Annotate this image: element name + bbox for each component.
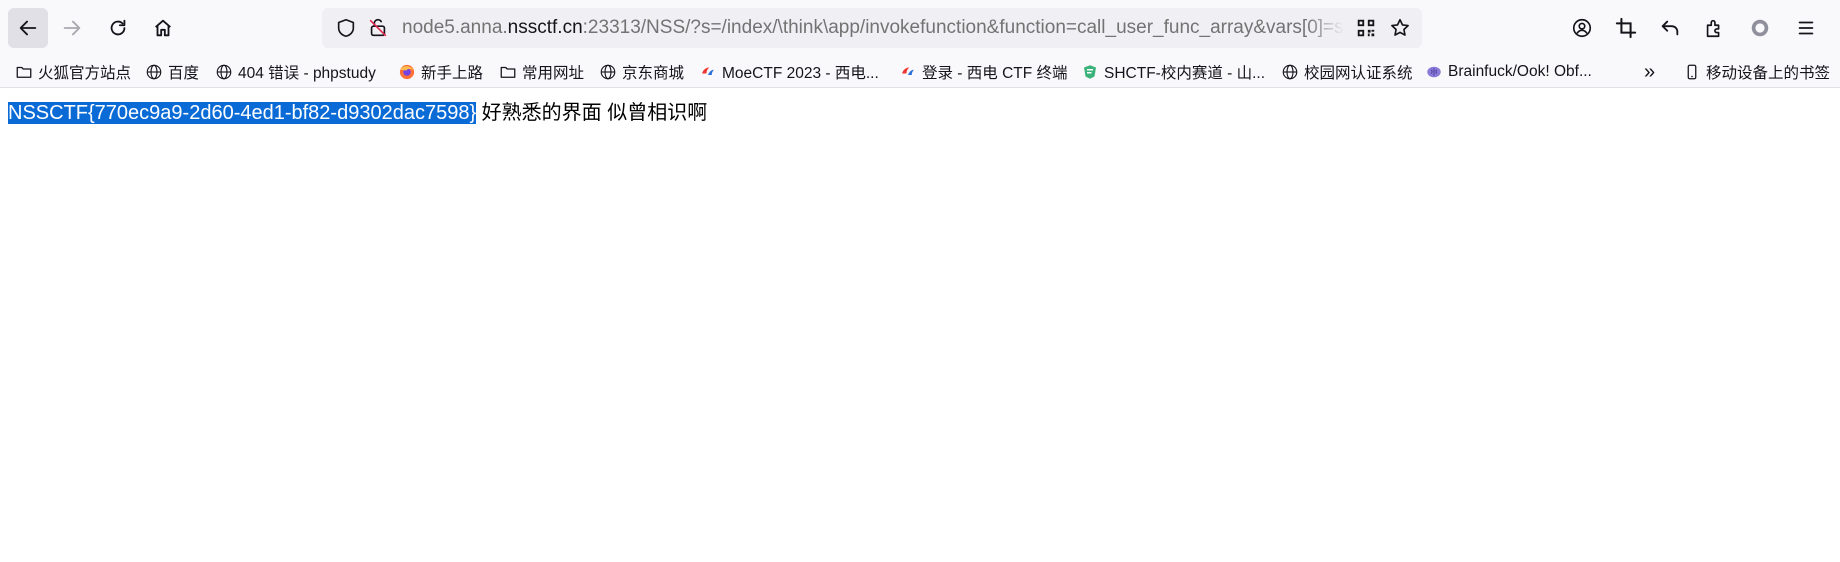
mobile-device-icon <box>1682 62 1702 82</box>
bookmark-label: 登录 - 西电 CTF 终端 <box>922 65 1068 82</box>
bookmark-label: SHCTF-校内赛道 - 山... <box>1104 65 1266 82</box>
bookmark-label: Brainfuck/Ook! Obf... <box>1448 63 1592 80</box>
globe-icon <box>1280 62 1300 82</box>
bookmark-label: 百度 <box>168 65 200 82</box>
bookmark-label: 校园网认证系统 <box>1304 65 1413 82</box>
bookmark-item[interactable]: 新手上路 <box>397 60 483 84</box>
moectf-icon <box>698 62 718 82</box>
back-button[interactable] <box>8 8 48 48</box>
url-domain: nssctf.cn <box>507 17 583 38</box>
url-text[interactable]: node5.anna.nssctf.cn:23313/NSS/?s=/index… <box>402 8 1344 48</box>
extension-button[interactable] <box>1744 12 1776 44</box>
navigation-toolbar: node5.anna.nssctf.cn:23313/NSS/?s=/index… <box>0 0 1840 56</box>
extensions-icon <box>1706 19 1720 38</box>
bookmark-item[interactable]: 校园网认证系统 <box>1280 60 1413 84</box>
url-path: :23313/NSS/?s=/index/\think\app/invokefu… <box>582 17 1344 38</box>
mobile-bookmarks-folder[interactable]: 移动设备上的书签 <box>1682 60 1830 84</box>
bookmark-item[interactable]: 火狐官方站点 <box>14 60 131 84</box>
home-button[interactable] <box>143 8 183 48</box>
account-icon <box>1572 18 1592 38</box>
bookmark-item[interactable]: 常用网址 <box>498 60 584 84</box>
reload-icon <box>110 19 126 36</box>
bookmark-item[interactable]: 登录 - 西电 CTF 终端 <box>898 60 1068 84</box>
bookmark-label: 京东商城 <box>622 65 685 82</box>
menu-button[interactable] <box>1790 12 1822 44</box>
page-message: 好熟悉的界面 似曾相识啊 <box>476 102 708 124</box>
shctf-icon <box>1080 62 1100 82</box>
bookmark-star-icon[interactable] <box>1388 16 1412 40</box>
bookmark-label: 移动设备上的书签 <box>1706 65 1831 82</box>
double-chevron-icon: » <box>1644 60 1656 83</box>
bookmark-label: MoeCTF 2023 - 西电... <box>722 65 879 82</box>
bookmark-item[interactable]: 百度 <box>144 60 199 84</box>
reload-button[interactable] <box>98 8 138 48</box>
insecure-lock-icon[interactable] <box>366 16 390 40</box>
bookmarks-overflow-button[interactable]: » <box>1644 60 1655 84</box>
brain-icon <box>1424 62 1444 82</box>
undo-button[interactable] <box>1654 12 1686 44</box>
tracking-protection-shield-icon[interactable] <box>334 16 358 40</box>
folder-icon <box>14 62 34 82</box>
bookmark-item[interactable]: MoeCTF 2023 - 西电... <box>698 60 879 84</box>
forward-arrow-icon <box>63 20 81 36</box>
record-icon <box>1751 19 1769 37</box>
undo-arrow-icon <box>1661 20 1679 36</box>
selected-flag-text[interactable]: NSSCTF{770ec9a9-2d60-4ed1-bf82-d9302dac7… <box>8 102 477 124</box>
url-prefix: node5.anna. <box>402 17 508 38</box>
bookmarks-toolbar: 火狐官方站点 百度 404 错误 - phpstudy 新手上路 常用网址 京东… <box>0 56 1840 88</box>
bookmark-item[interactable]: 404 错误 - phpstudy <box>214 60 376 84</box>
extensions-button[interactable] <box>1698 12 1730 44</box>
bookmark-label: 火狐官方站点 <box>38 65 132 82</box>
bookmark-item[interactable]: SHCTF-校内赛道 - 山... <box>1080 60 1265 84</box>
hamburger-menu-icon <box>1798 21 1814 35</box>
address-bar[interactable]: node5.anna.nssctf.cn:23313/NSS/?s=/index… <box>322 8 1422 48</box>
bookmark-label: 常用网址 <box>522 65 585 82</box>
forward-button[interactable] <box>52 8 92 48</box>
browser-window: node5.anna.nssctf.cn:23313/NSS/?s=/index… <box>0 0 1840 562</box>
page-body-text: NSSCTF{770ec9a9-2d60-4ed1-bf82-d9302dac7… <box>8 101 707 125</box>
page-content: NSSCTF{770ec9a9-2d60-4ed1-bf82-d9302dac7… <box>0 89 1840 562</box>
bookmark-label: 新手上路 <box>421 65 484 82</box>
back-arrow-icon <box>19 20 37 36</box>
globe-icon <box>598 62 618 82</box>
globe-icon <box>214 62 234 82</box>
screenshot-button[interactable] <box>1610 12 1642 44</box>
bookmark-item[interactable]: 京东商城 <box>598 60 684 84</box>
folder-icon <box>498 62 518 82</box>
home-icon <box>155 19 171 37</box>
bookmark-item[interactable]: Brainfuck/Ook! Obf... <box>1424 60 1592 84</box>
crop-icon <box>1615 17 1637 39</box>
firefox-icon <box>397 62 417 82</box>
bookmark-label: 404 错误 - phpstudy <box>238 65 376 82</box>
globe-icon <box>144 62 164 82</box>
account-button[interactable] <box>1566 12 1598 44</box>
moectf-icon <box>898 62 918 82</box>
qr-code-icon[interactable] <box>1354 16 1378 40</box>
